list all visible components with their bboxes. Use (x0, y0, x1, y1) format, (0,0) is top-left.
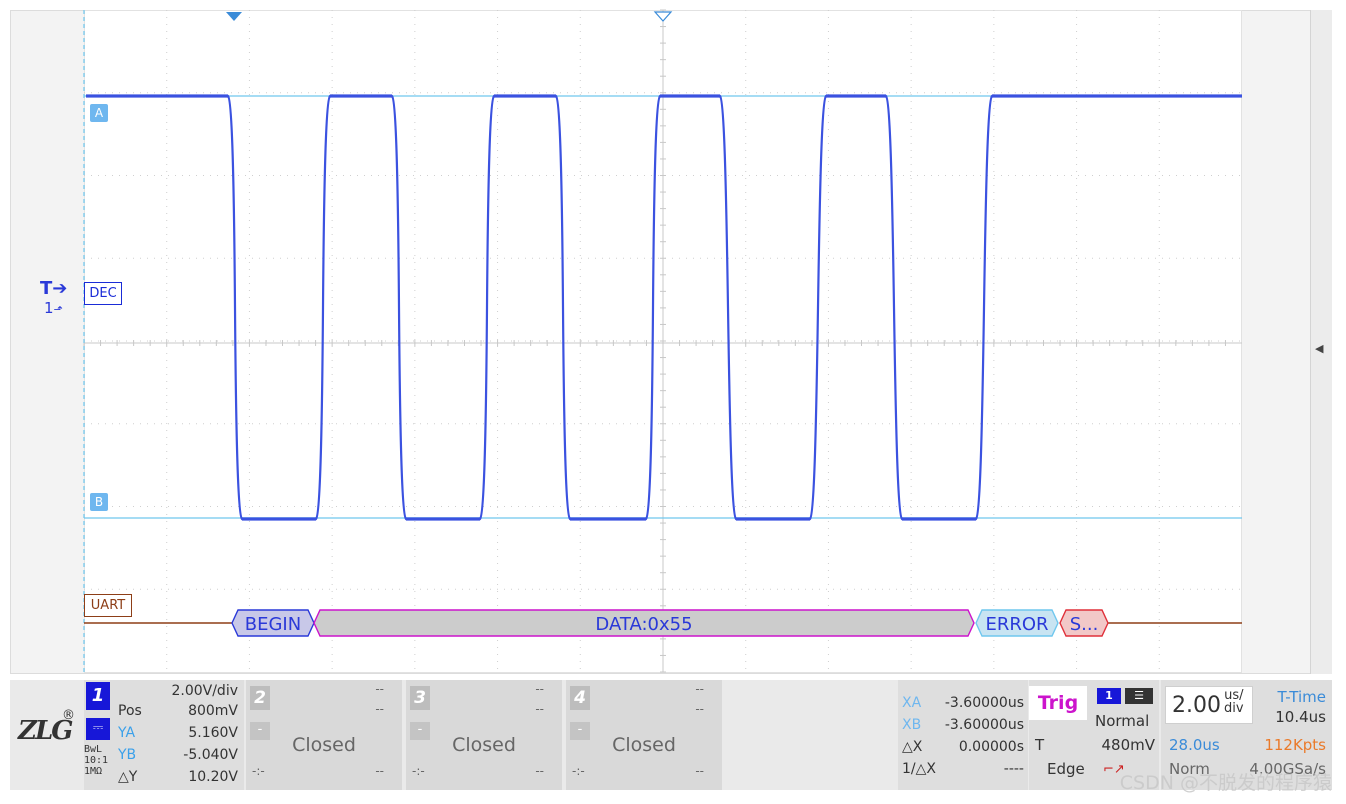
channel2-badge[interactable]: 2 (250, 686, 270, 710)
channel4-panel[interactable]: 4 - -- -- Closed -:- -- (566, 680, 722, 790)
center-time-marker[interactable] (653, 11, 673, 22)
trig-status[interactable]: Trig (1029, 686, 1087, 720)
trigger-level-label: T (40, 278, 53, 299)
ya-value: 5.160V (188, 725, 238, 741)
channel2-pos: -- (375, 702, 384, 716)
timebase-unit: us/div (1224, 689, 1244, 715)
channel3-badge[interactable]: 3 (410, 686, 430, 710)
channel3-panel[interactable]: 3 - -- -- Closed -:- -- (406, 680, 562, 790)
packet-stop-label: S... (1070, 614, 1099, 635)
trigger-source-badge[interactable]: 1 (1097, 688, 1121, 704)
uart-bus-label[interactable]: UART (84, 594, 132, 617)
xa-label: XA (902, 695, 922, 711)
trigger-source-marker[interactable]: 1⬏ (44, 301, 63, 317)
delta-x-label: △X (902, 739, 923, 755)
arrow-right-icon: ➔ (52, 278, 68, 299)
menu-icon[interactable]: ☰ (1125, 688, 1153, 704)
edge-icon: ⬏ (53, 303, 63, 316)
inverse-delta-x-value: ---- (1003, 761, 1024, 777)
channel2-scale: -- (375, 682, 384, 696)
delta-x-value: 0.00000s (958, 739, 1024, 755)
yb-value: -5.040V (183, 747, 238, 763)
channel2-delta: -- (375, 764, 384, 778)
trigger-source-label: 1 (44, 299, 54, 317)
bandwidth-limit-label: BwL (84, 744, 103, 755)
timebase-value: 2.00 (1172, 693, 1221, 718)
trigger-point-marker[interactable] (226, 12, 242, 21)
trigger-level-marker[interactable]: T➔ (40, 280, 67, 298)
channel4-scale: -- (695, 682, 704, 696)
channel1-badge[interactable]: 1 (86, 682, 110, 710)
uart-decode-packets: BEGIN DATA:0x55 ERROR S... (231, 609, 1109, 637)
channel1-scale[interactable]: 2.00V/div (171, 680, 238, 702)
channel4-delta: -- (695, 764, 704, 778)
channel4-status: Closed (612, 734, 676, 756)
xa-value: -3.60000us (944, 695, 1024, 711)
impedance-label: 1MΩ (84, 766, 103, 777)
xb-label: XB (902, 717, 922, 733)
channel3-delta: -- (535, 764, 544, 778)
trigger-level-value[interactable]: 480mV (1101, 736, 1155, 754)
waveform-canvas: BEGIN DATA:0x55 ERROR S... (83, 9, 1242, 673)
trigger-level-label: T (1035, 736, 1045, 754)
memory-depth[interactable]: 112Kpts (1264, 736, 1326, 754)
channel4-badge[interactable]: 4 (570, 686, 590, 710)
ttime-label: T-Time (1277, 688, 1326, 706)
yb-label: YB (118, 747, 137, 763)
cursor-a-badge[interactable]: A (90, 104, 108, 122)
channel2-probe: -:- (252, 764, 265, 778)
channel1-probe-settings: BwL 10:1 1MΩ (84, 744, 114, 777)
xb-value: -3.60000us (944, 717, 1024, 733)
packet-data-label: DATA:0x55 (595, 614, 692, 635)
channel4-pos: -- (695, 702, 704, 716)
horizontal-delay[interactable]: 28.0us (1169, 736, 1220, 754)
timebase-scale[interactable]: 2.00 us/div (1165, 686, 1253, 724)
pos-value[interactable]: 800mV (188, 700, 238, 722)
packet-error-label: ERROR (985, 614, 1048, 635)
cursor-panel[interactable]: XA -3.60000us XB -3.60000us △X 0.00000s 1/△… (898, 680, 1028, 790)
channel1-panel[interactable]: 1 ⎓ BwL 10:1 1MΩ 2.00V/div Pos 800mV YA 5.… (84, 680, 244, 790)
channel3-status: Closed (452, 734, 516, 756)
channel4-probe: -:- (572, 764, 585, 778)
packet-begin-label: BEGIN (245, 614, 301, 635)
channel2-status: Closed (292, 734, 356, 756)
cursor-b-badge[interactable]: B (90, 493, 108, 511)
watermark: CSDN @不脱发的程序猿 (1119, 772, 1332, 794)
ttime-value[interactable]: 10.4us (1275, 708, 1326, 726)
probe-ratio-label: 10:1 (84, 755, 109, 766)
channel3-scale: -- (535, 682, 544, 696)
channel2-panel[interactable]: 2 - -- -- Closed -:- -- (246, 680, 402, 790)
ya-label: YA (118, 725, 136, 741)
graticule (83, 9, 1242, 673)
pos-label: Pos (118, 703, 142, 719)
channel3-pos: -- (535, 702, 544, 716)
timebase-unit-bottom: div (1224, 701, 1244, 716)
trigger-mode[interactable]: Normal (1095, 712, 1149, 730)
delta-y-value: 10.20V (188, 769, 238, 785)
decoder-label[interactable]: DEC (84, 282, 122, 305)
channel3-probe: -:- (412, 764, 425, 778)
dc-coupling-icon[interactable]: ⎓ (86, 718, 110, 740)
registered-mark: ® (62, 708, 75, 723)
delta-y-label: △Y (118, 769, 138, 785)
inverse-delta-x-label: 1/△X (902, 761, 936, 777)
trigger-type[interactable]: Edge (1047, 760, 1085, 778)
